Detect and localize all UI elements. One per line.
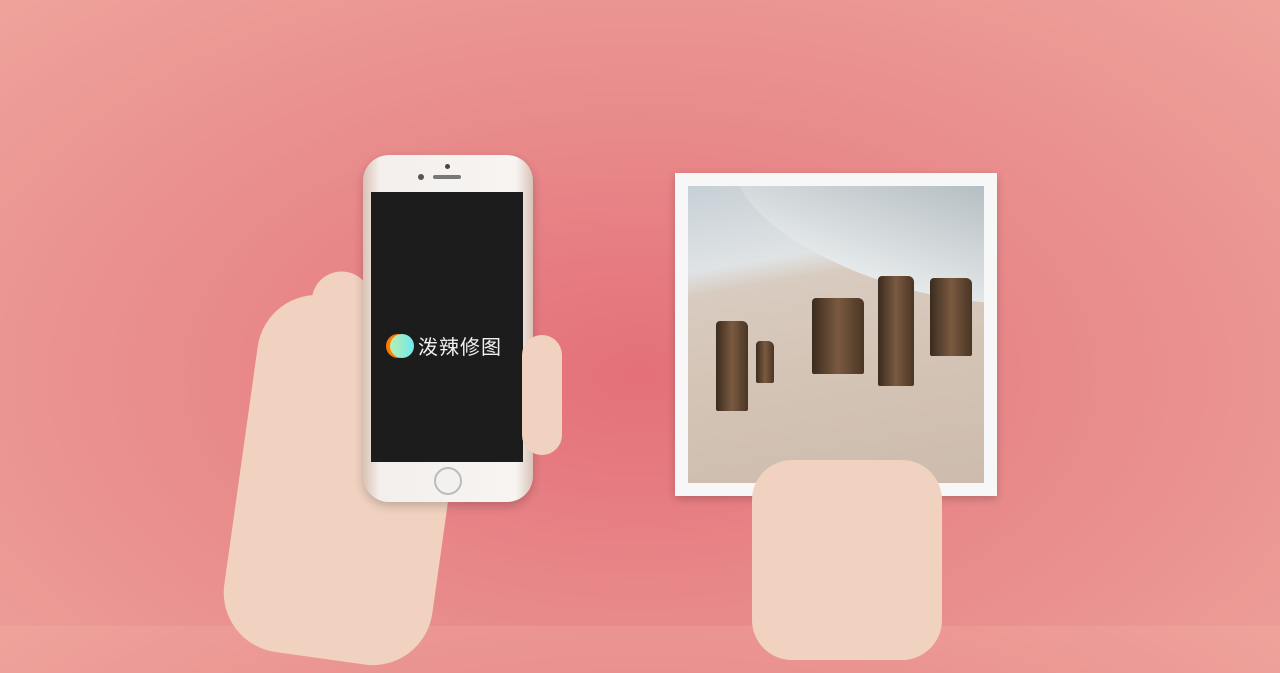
- printed-photo: [675, 173, 997, 496]
- home-button: [434, 467, 462, 495]
- phone-screen: 泼辣修图: [371, 192, 523, 462]
- front-camera-icon: [445, 164, 450, 169]
- app-name: 泼辣修图: [418, 335, 502, 359]
- beach-photo: [688, 186, 984, 483]
- right-hand: [752, 460, 942, 660]
- speaker-icon: [433, 175, 461, 179]
- left-fingers: [522, 335, 562, 455]
- smartphone: 泼辣修图: [363, 155, 533, 502]
- sensor-icon: [418, 174, 424, 180]
- app-logo: 泼辣修图: [386, 331, 502, 360]
- logo-circles-icon: [386, 333, 414, 358]
